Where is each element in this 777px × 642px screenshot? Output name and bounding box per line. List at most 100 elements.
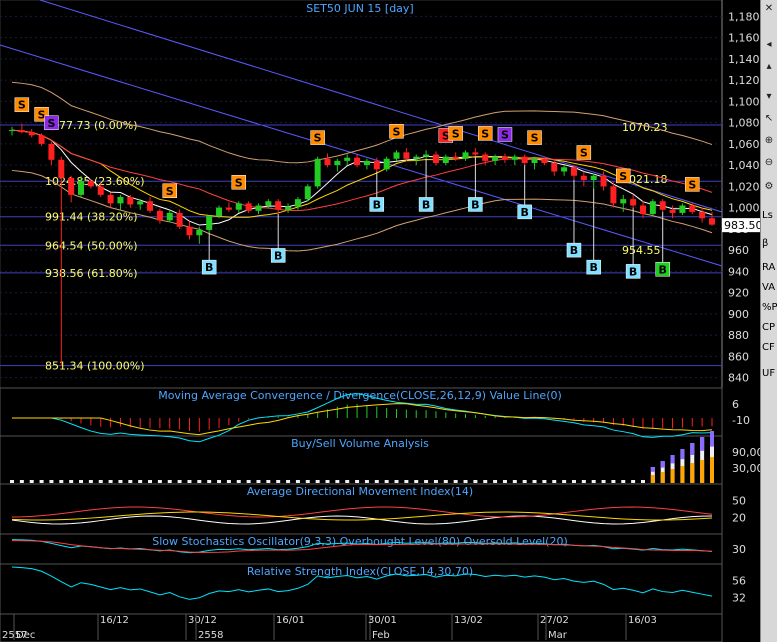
- volume-bar: [335, 480, 340, 483]
- candle-body: [87, 181, 94, 187]
- volume-bar-buy: [660, 472, 665, 483]
- volume-bar: [601, 480, 606, 483]
- zoom-in-icon[interactable]: ⊕: [762, 134, 776, 148]
- candle-body: [630, 199, 637, 206]
- candle-body: [196, 229, 203, 236]
- close-icon[interactable]: ✕: [762, 2, 776, 16]
- sell-signal-label: S: [619, 170, 627, 183]
- volume-bar: [424, 480, 429, 483]
- volume-bar: [276, 480, 281, 483]
- toolbar-label[interactable]: %P: [762, 302, 777, 313]
- toolbar-label[interactable]: Ls: [762, 210, 773, 221]
- candle-body: [649, 201, 656, 214]
- toolbar-label[interactable]: CP: [762, 322, 775, 333]
- candle-body: [511, 156, 518, 160]
- volume-bar-sell: [690, 443, 695, 455]
- volume-bar: [581, 480, 586, 483]
- x-tick-label: 13/02: [454, 615, 483, 626]
- volume-bar: [98, 480, 103, 483]
- zoom-out-magnifier-icon[interactable]: ⊖: [762, 156, 776, 170]
- candle-body: [147, 201, 154, 211]
- volume-bar: [167, 480, 172, 483]
- candle-body: [107, 194, 114, 204]
- indicator-tick-label: -10: [732, 414, 750, 427]
- candle-body: [166, 212, 173, 221]
- sell-signal-label: S: [393, 125, 401, 138]
- indicator-tick-label: 90,00: [732, 446, 760, 459]
- candle-body: [659, 201, 666, 210]
- volume-bar: [364, 480, 369, 483]
- fib-level-label: 991.44 (38.20%): [45, 211, 138, 224]
- volume-bar: [640, 480, 645, 483]
- candle-body: [432, 154, 439, 163]
- toolbar-label[interactable]: UF: [762, 368, 775, 379]
- volume-bar: [374, 480, 379, 483]
- candle-body: [78, 181, 85, 195]
- candle-body: [580, 175, 587, 180]
- indicator-title: Buy/Sell Volume Analysis: [291, 437, 429, 450]
- price-tick-label: 840: [728, 372, 749, 385]
- toolbar-label[interactable]: CF: [762, 342, 775, 353]
- zoom-out-icon[interactable]: ◂: [762, 38, 776, 52]
- price-tick-label: 1,040: [728, 159, 760, 172]
- x-tick-label: Feb: [372, 630, 390, 641]
- volume-bar-buy: [650, 475, 655, 483]
- volume-bar: [512, 480, 517, 483]
- chart-canvas[interactable]: 1,180 1,160 1,140 1,120 1,100 1,080 1,060 1,040…: [0, 0, 760, 642]
- price-tick-label: 1,160: [728, 32, 760, 45]
- x-tick-label: 30/12: [188, 615, 217, 626]
- toolbar-label[interactable]: VA: [762, 282, 775, 293]
- gear-icon[interactable]: ⚙: [762, 180, 776, 194]
- toolbar-label[interactable]: β: [762, 238, 768, 249]
- x-tick-label: 2558: [198, 630, 223, 641]
- price-tick-label: 1,060: [728, 138, 760, 151]
- volume-bar: [59, 480, 64, 483]
- volume-bar-sell: [670, 455, 675, 464]
- chevron-up-icon[interactable]: ▴: [762, 60, 776, 74]
- volume-bar: [256, 480, 261, 483]
- volume-bar: [187, 480, 192, 483]
- volume-bar: [532, 480, 537, 483]
- volume-bar: [355, 480, 360, 483]
- volume-bar: [88, 480, 93, 483]
- candle-body: [58, 159, 65, 178]
- volume-bar: [138, 480, 143, 483]
- toolbar-label[interactable]: RA: [762, 262, 775, 273]
- candle-body: [462, 152, 469, 159]
- indicator-tick-label: 50: [732, 495, 746, 508]
- candle-body: [620, 199, 627, 204]
- volume-bar: [443, 480, 448, 483]
- sell-signal-label: S: [501, 128, 509, 141]
- price-tick-label: 860: [728, 350, 749, 363]
- price-tick-label: 1,120: [728, 74, 760, 87]
- sell-signal-label: S: [481, 127, 489, 140]
- buy-signal-label: B: [589, 261, 597, 274]
- sell-arrow-icon[interactable]: ↖: [762, 112, 776, 126]
- candle-body: [314, 158, 321, 187]
- volume-bar-sell: [710, 431, 714, 447]
- buy-signal-label: B: [471, 198, 479, 211]
- candle-body: [689, 205, 696, 212]
- candle-body: [531, 158, 538, 163]
- volume-bar: [295, 480, 300, 483]
- candle-body: [156, 210, 163, 221]
- candle-body: [18, 130, 25, 133]
- candle-body: [294, 199, 301, 207]
- candle-body: [68, 177, 75, 195]
- volume-bar: [552, 480, 557, 483]
- fib-level-label: 851.34 (100.00%): [45, 360, 145, 373]
- volume-bar: [394, 480, 399, 483]
- chevron-down-icon[interactable]: ▾: [762, 90, 776, 104]
- candle-body: [48, 143, 55, 160]
- volume-bar-sell: [700, 437, 705, 451]
- chart-title: SET50 JUN 15 [day]: [306, 2, 413, 15]
- volume-bar: [157, 480, 162, 483]
- candle-body: [324, 158, 331, 166]
- indicator-tick-label: 56: [732, 575, 746, 588]
- indicator-tick-label: 6: [732, 398, 739, 411]
- candle-body: [442, 156, 449, 163]
- candle-body: [354, 157, 361, 166]
- candle-body: [363, 160, 370, 166]
- indicator-title: Average Directional Movement Index(14): [247, 485, 473, 498]
- candle-body: [393, 152, 400, 159]
